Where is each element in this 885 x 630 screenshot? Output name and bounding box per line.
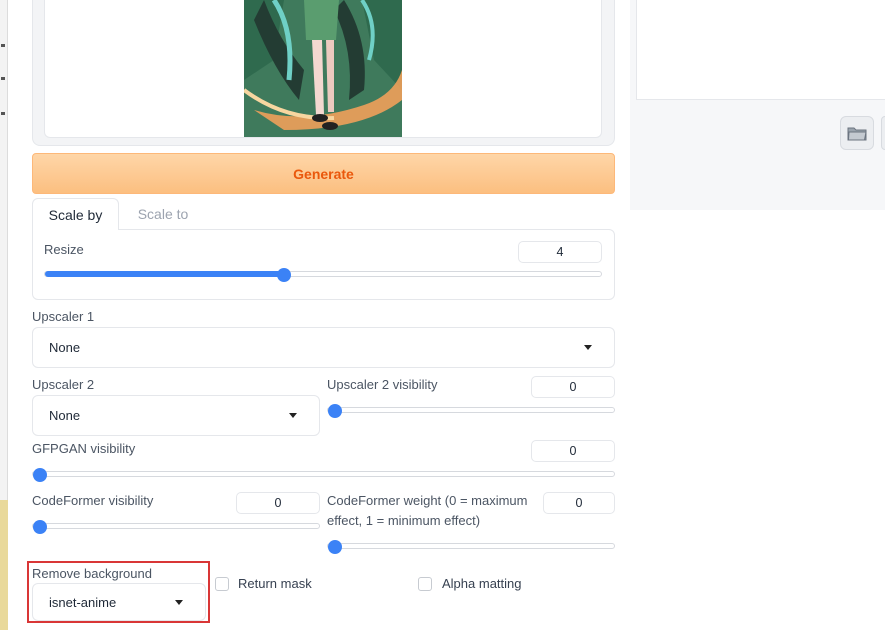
- alpha-matting-checkbox[interactable]: [418, 577, 432, 591]
- codeformer-weight-label-line1: CodeFormer weight (0 = maximum: [327, 493, 528, 508]
- extra-output-button[interactable]: [881, 116, 885, 150]
- upscaler1-dropdown[interactable]: None: [32, 327, 615, 368]
- highlight-box: [27, 561, 210, 623]
- resize-slider-fill: [45, 271, 285, 277]
- resize-number-input[interactable]: 4: [518, 241, 602, 263]
- gfpgan-visibility-slider-track[interactable]: [32, 471, 615, 477]
- codeformer-visibility-input[interactable]: 0: [236, 492, 320, 514]
- upscaler2-visibility-slider-thumb[interactable]: [328, 404, 342, 418]
- codeformer-visibility-slider-track[interactable]: [32, 523, 320, 529]
- codeformer-weight-input[interactable]: 0: [543, 492, 615, 514]
- output-gallery: [636, 0, 885, 100]
- gfpgan-visibility-slider-thumb[interactable]: [33, 468, 47, 482]
- codeformer-visibility-label: CodeFormer visibility: [32, 493, 154, 508]
- return-mask-checkbox[interactable]: [215, 577, 229, 591]
- return-mask-label: Return mask: [238, 576, 312, 591]
- resize-slider-track[interactable]: [44, 271, 602, 277]
- codeformer-weight-label-line2: effect, 1 = minimum effect): [327, 513, 481, 528]
- upscaler2-visibility-slider-track[interactable]: [327, 407, 615, 413]
- input-image: [244, 0, 402, 137]
- upscaler2-visibility-input[interactable]: 0: [531, 376, 615, 398]
- folder-icon: [847, 127, 867, 141]
- resize-slider-thumb[interactable]: [277, 268, 291, 282]
- codeformer-weight-slider-thumb[interactable]: [328, 540, 342, 554]
- gfpgan-visibility-label: GFPGAN visibility: [32, 441, 136, 456]
- scale-by-panel: [32, 229, 615, 300]
- codeformer-weight-slider-track[interactable]: [327, 543, 615, 549]
- chevron-down-icon: [584, 345, 592, 350]
- alpha-matting-label: Alpha matting: [442, 576, 522, 591]
- gfpgan-visibility-input[interactable]: 0: [531, 440, 615, 462]
- upscaler2-value: None: [49, 408, 81, 423]
- chevron-down-icon: [289, 413, 297, 418]
- upscaler2-label: Upscaler 2: [32, 377, 95, 392]
- upscaler1-value: None: [49, 340, 81, 355]
- upscaler2-dropdown[interactable]: None: [32, 395, 320, 436]
- upscaler2-visibility-label: Upscaler 2 visibility: [327, 377, 438, 392]
- tab-scale-to[interactable]: Scale to: [120, 198, 206, 230]
- window-edge: [0, 0, 8, 630]
- resize-label: Resize: [44, 242, 84, 257]
- upscaler1-label: Upscaler 1: [32, 309, 95, 324]
- generate-button[interactable]: Generate: [32, 153, 615, 194]
- open-folder-button[interactable]: [840, 116, 874, 150]
- codeformer-visibility-slider-thumb[interactable]: [33, 520, 47, 534]
- tab-scale-by[interactable]: Scale by: [32, 198, 119, 230]
